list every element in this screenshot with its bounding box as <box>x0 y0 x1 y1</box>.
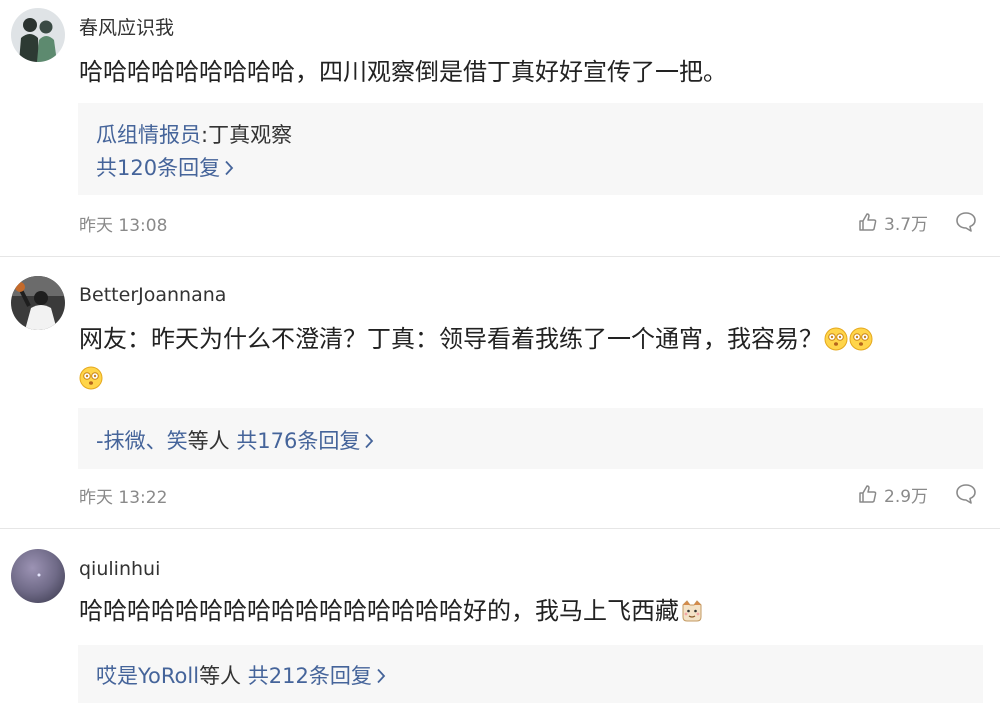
like-count: 3.7万 <box>884 214 929 235</box>
username[interactable]: 春风应识我 <box>79 13 174 40</box>
reply-user[interactable]: -抹微 <box>96 429 146 453</box>
reply-count[interactable]: 共212条回复 <box>248 664 372 688</box>
reply-suffix: 等人 <box>199 664 242 688</box>
comment-text-content: 网友：昨天为什么不澄清？丁真：领导看着我练了一个通宵，我容易？ <box>79 325 823 353</box>
reply-preview[interactable]: -抹微、笑等人 共176条回复 <box>96 425 374 455</box>
username[interactable]: qiulinhui <box>79 558 160 580</box>
cat-emoji <box>682 600 702 622</box>
reply-preview[interactable]: 哎是YoRoll等人 共212条回复 <box>96 660 386 690</box>
like-button[interactable]: 2.9万 <box>858 482 929 507</box>
comment-item: 春风应识我 哈哈哈哈哈哈哈哈哈，四川观察倒是借丁真好好宣传了一把。 瓜组情报员:… <box>0 0 1000 256</box>
comment-text: 网友：昨天为什么不澄清？丁真：领导看着我练了一个通宵，我容易？ <box>79 320 984 398</box>
reply-count-link[interactable]: 共120条回复 <box>96 152 234 182</box>
reply-user[interactable]: 笑 <box>167 429 188 453</box>
comment-text-content: 哈哈哈哈哈哈哈哈哈，四川观察倒是借丁真好好宣传了一把。 <box>79 58 727 86</box>
comment-item: BetterJoannana 网友：昨天为什么不澄清？丁真：领导看着我练了一个通… <box>0 257 1000 528</box>
avatar[interactable] <box>11 276 65 330</box>
replies-box[interactable]: 哎是YoRoll等人 共212条回复 <box>78 645 983 703</box>
avatar[interactable] <box>11 549 65 603</box>
reply-user[interactable]: 哎是YoRoll <box>96 664 199 688</box>
comment-text: 哈哈哈哈哈哈哈哈哈哈哈哈哈哈哈哈好的，我马上飞西藏 <box>79 591 984 631</box>
reply-suffix: 等人 <box>187 429 230 453</box>
dizzy-face-emoji <box>824 327 848 351</box>
chevron-right-icon <box>225 160 234 176</box>
reply-count[interactable]: 共176条回复 <box>236 429 360 453</box>
comment-bubble-icon[interactable] <box>954 210 978 234</box>
reply-user-separator: 、 <box>145 429 167 453</box>
dizzy-face-emoji <box>849 327 873 351</box>
like-count: 2.9万 <box>884 486 929 507</box>
reply-count[interactable]: 共120条回复 <box>96 156 220 180</box>
chevron-right-icon <box>365 433 374 449</box>
avatar[interactable] <box>11 8 65 62</box>
comment-time: 昨天 13:22 <box>79 488 168 508</box>
comment-item: qiulinhui 哈哈哈哈哈哈哈哈哈哈哈哈哈哈哈哈好的，我马上飞西藏 哎是Yo… <box>0 529 1000 717</box>
like-button[interactable]: 3.7万 <box>858 210 929 235</box>
chevron-right-icon <box>377 668 386 684</box>
comment-text: 哈哈哈哈哈哈哈哈哈，四川观察倒是借丁真好好宣传了一把。 <box>79 52 984 92</box>
thumbs-up-icon <box>859 213 877 231</box>
reply-text: 丁真观察 <box>208 123 293 147</box>
reply-preview: 瓜组情报员:丁真观察 <box>96 119 292 149</box>
comment-bubble-icon[interactable] <box>954 482 978 506</box>
comment-time: 昨天 13:08 <box>79 216 168 236</box>
dizzy-face-emoji <box>79 366 103 390</box>
reply-author[interactable]: 瓜组情报员 <box>96 123 201 147</box>
comment-text-content: 哈哈哈哈哈哈哈哈哈哈哈哈哈哈哈哈好的，我马上飞西藏 <box>79 597 679 625</box>
replies-box[interactable]: -抹微、笑等人 共176条回复 <box>78 408 983 469</box>
replies-box[interactable]: 瓜组情报员:丁真观察 共120条回复 <box>78 103 983 195</box>
thumbs-up-icon <box>859 485 877 503</box>
username[interactable]: BetterJoannana <box>79 284 226 306</box>
